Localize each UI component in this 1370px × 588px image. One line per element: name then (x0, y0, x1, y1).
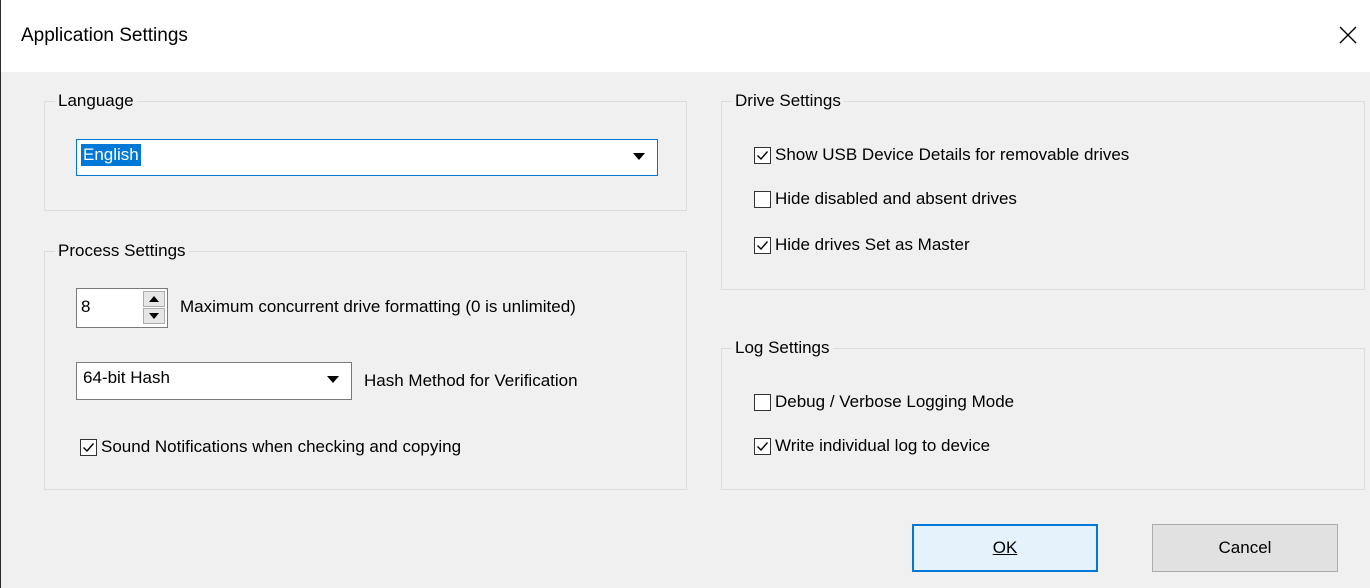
hide-master-drives-label: Hide drives Set as Master (775, 235, 970, 254)
arrow-up-icon (149, 296, 159, 302)
drive-settings-group-label: Drive Settings (732, 91, 844, 111)
checkbox-box[interactable] (754, 190, 771, 208)
stepper-buttons (143, 291, 165, 325)
language-select[interactable]: English (76, 139, 658, 176)
show-usb-details-label: Show USB Device Details for removable dr… (775, 145, 1130, 164)
sound-notifications-label: Sound Notifications when checking and co… (101, 437, 462, 456)
close-icon (1339, 26, 1357, 44)
ok-button[interactable]: OK (912, 524, 1098, 572)
write-individual-log-checkbox[interactable]: Write individual log to device (754, 436, 990, 456)
hide-disabled-drives-label: Hide disabled and absent drives (775, 189, 1017, 208)
max-concurrent-stepper[interactable]: 8 (76, 288, 168, 328)
hide-master-drives-checkbox[interactable]: Hide drives Set as Master (754, 235, 970, 255)
language-selected-value: English (81, 144, 141, 166)
ok-button-label: OK (992, 538, 1018, 557)
stepper-up-button[interactable] (143, 291, 165, 307)
checkmark-icon (83, 442, 95, 452)
settings-dialog: Application Settings Language English Pr… (0, 0, 1370, 588)
debug-logging-label: Debug / Verbose Logging Mode (775, 392, 1015, 411)
hash-method-selected-value: 64-bit Hash (83, 368, 170, 387)
checkmark-icon (757, 441, 769, 451)
debug-logging-checkbox[interactable]: Debug / Verbose Logging Mode (754, 392, 1014, 412)
arrow-down-icon (149, 313, 159, 319)
show-usb-details-checkbox[interactable]: Show USB Device Details for removable dr… (754, 145, 1129, 165)
hash-method-label: Hash Method for Verification (364, 371, 578, 390)
checkbox-box[interactable] (754, 437, 771, 455)
close-button[interactable] (1325, 14, 1370, 56)
checkbox-box[interactable] (754, 146, 771, 164)
sound-notifications-checkbox[interactable]: Sound Notifications when checking and co… (80, 437, 461, 457)
stepper-down-button[interactable] (143, 308, 165, 324)
language-group-label: Language (55, 91, 137, 111)
log-settings-group: Log Settings (721, 338, 1365, 490)
checkbox-box[interactable] (754, 236, 771, 254)
hash-method-select[interactable]: 64-bit Hash (76, 362, 352, 400)
checkbox-box[interactable] (80, 438, 97, 456)
write-individual-log-label: Write individual log to device (775, 436, 991, 455)
cancel-button[interactable]: Cancel (1152, 524, 1338, 572)
process-settings-group-label: Process Settings (55, 241, 189, 261)
title-bar[interactable]: Application Settings (1, 0, 1370, 72)
log-settings-group-label: Log Settings (732, 338, 833, 358)
chevron-down-icon[interactable] (327, 376, 339, 383)
hide-disabled-drives-checkbox[interactable]: Hide disabled and absent drives (754, 189, 1017, 209)
checkbox-box[interactable] (754, 393, 771, 411)
checkmark-icon (757, 240, 769, 250)
window-title: Application Settings (21, 25, 188, 46)
cancel-button-label: Cancel (1218, 538, 1272, 557)
max-concurrent-label: Maximum concurrent drive formatting (0 i… (180, 297, 576, 316)
checkmark-icon (757, 150, 769, 160)
max-concurrent-value[interactable]: 8 (81, 297, 90, 317)
chevron-down-icon[interactable] (633, 153, 645, 160)
